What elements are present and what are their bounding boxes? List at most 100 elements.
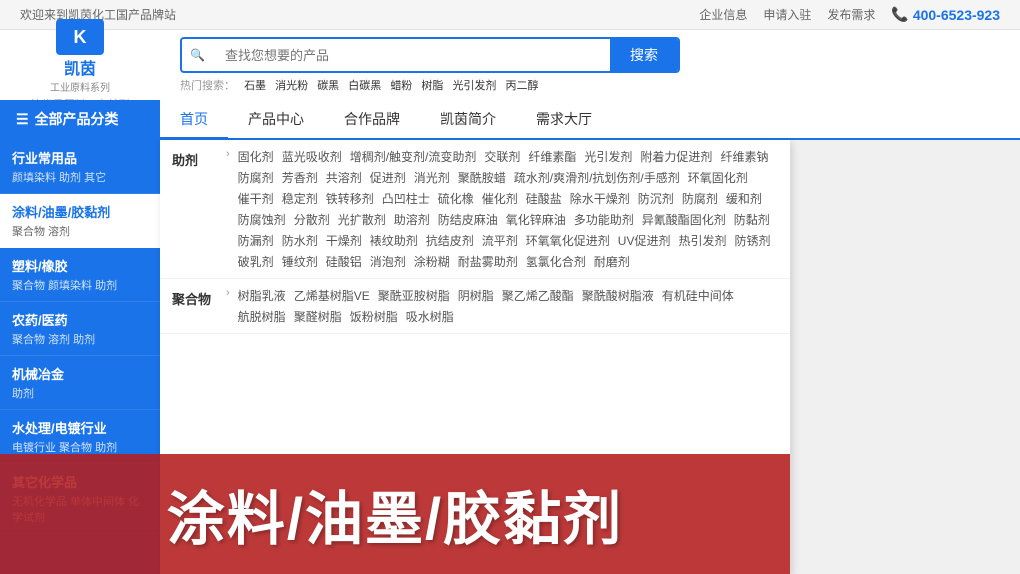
sidebar-item-3[interactable]: 农药/医药 聚合物 溶剂 助剂	[0, 302, 160, 356]
link-0-50[interactable]: 涂粉糊	[414, 253, 450, 270]
hot-item-3[interactable]: 白碳黑	[348, 80, 381, 92]
link-1-10[interactable]: 吸水树脂	[406, 308, 454, 325]
link-0-1[interactable]: 蓝光吸收剂	[282, 148, 342, 165]
link-1-2[interactable]: 聚酰亚胺树脂	[378, 287, 450, 304]
link-1-0[interactable]: 树脂乳液	[238, 287, 286, 304]
hot-item-5[interactable]: 树脂	[421, 80, 443, 92]
section-title-0: 助剂	[172, 148, 222, 270]
link-0-14[interactable]: 疏水剂/爽滑剂/抗划伤剂/手感剂	[514, 169, 680, 186]
link-0-28[interactable]: 分散剂	[294, 211, 330, 228]
link-0-36[interactable]: 防漏剂	[238, 232, 274, 249]
link-1-3[interactable]: 阴树脂	[458, 287, 494, 304]
sidebar-item-4[interactable]: 机械冶金 助剂	[0, 356, 160, 410]
link-0-0[interactable]: 固化剂	[238, 148, 274, 165]
nav-item-home[interactable]: 首页	[160, 101, 228, 139]
link-0-46[interactable]: 破乳剂	[238, 253, 274, 270]
hot-item-7[interactable]: 丙二醇	[506, 80, 539, 92]
overlay-banner: 涂料/油墨/胶黏剂	[0, 454, 790, 574]
link-0-3[interactable]: 交联剂	[484, 148, 520, 165]
link-company-info[interactable]: 企业信息	[699, 6, 747, 23]
nav-item-about[interactable]: 凯茵简介	[420, 101, 516, 139]
link-0-43[interactable]: UV促进剂	[618, 232, 671, 249]
link-0-22[interactable]: 硅酸盐	[526, 190, 562, 207]
link-0-44[interactable]: 热引发剂	[678, 232, 726, 249]
link-0-49[interactable]: 消泡剂	[370, 253, 406, 270]
link-0-32[interactable]: 氧化锌麻油	[506, 211, 566, 228]
link-1-6[interactable]: 有机硅中间体	[662, 287, 734, 304]
link-0-26[interactable]: 缓和剂	[726, 190, 762, 207]
link-0-47[interactable]: 锤纹剂	[282, 253, 318, 270]
link-0-37[interactable]: 防水剂	[282, 232, 318, 249]
link-0-29[interactable]: 光扩散剂	[338, 211, 386, 228]
nav-item-products[interactable]: 产品中心	[228, 101, 324, 139]
hot-item-4[interactable]: 蜡粉	[390, 80, 412, 92]
logo-name: 凯茵	[50, 55, 110, 79]
link-0-33[interactable]: 多功能助剂	[574, 211, 634, 228]
nav-item-demand[interactable]: 需求大厅	[516, 101, 612, 139]
link-0-35[interactable]: 防黏剂	[734, 211, 770, 228]
dropdown-section-1: 聚合物 › 树脂乳液 乙烯基树脂VE 聚酰亚胺树脂 阴树脂 聚乙烯乙酸酯 聚酰酸…	[160, 279, 790, 334]
sidebar-item-0[interactable]: 行业常用品 颜填染料 助剂 其它	[0, 140, 160, 194]
hot-item-6[interactable]: 光引发剂	[452, 80, 496, 92]
link-0-48[interactable]: 硅酸铝	[326, 253, 362, 270]
link-1-9[interactable]: 饭粉树脂	[350, 308, 398, 325]
link-0-6[interactable]: 附着力促进剂	[640, 148, 712, 165]
link-0-42[interactable]: 环氧氧化促进剂	[526, 232, 610, 249]
link-0-8[interactable]: 防腐剂	[238, 169, 274, 186]
hot-item-1[interactable]: 消光粉	[275, 80, 308, 92]
link-0-4[interactable]: 纤维素酯	[528, 148, 576, 165]
link-0-19[interactable]: 凸凹柱士	[382, 190, 430, 207]
search-icon: 🔍	[182, 39, 213, 71]
category-button[interactable]: ☰ 全部产品分类	[0, 100, 160, 138]
link-0-16[interactable]: 催干剂	[238, 190, 274, 207]
sidebar-item-1[interactable]: 涂料/油墨/胶黏剂 聚合物 溶剂	[0, 194, 160, 248]
link-0-39[interactable]: 裱纹助剂	[370, 232, 418, 249]
link-join[interactable]: 申请入驻	[763, 6, 811, 23]
link-0-52[interactable]: 氢氯化合剂	[526, 253, 586, 270]
hot-item-2[interactable]: 碳黑	[317, 80, 339, 92]
link-0-17[interactable]: 稳定剂	[282, 190, 318, 207]
link-0-38[interactable]: 干燥剂	[326, 232, 362, 249]
link-1-7[interactable]: 航脱树脂	[238, 308, 286, 325]
link-0-45[interactable]: 防锈剂	[734, 232, 770, 249]
link-1-5[interactable]: 聚酰酸树脂液	[582, 287, 654, 304]
link-0-5[interactable]: 光引发剂	[584, 148, 632, 165]
link-0-53[interactable]: 耐磨剂	[594, 253, 630, 270]
link-1-4[interactable]: 聚乙烯乙酸酯	[502, 287, 574, 304]
link-0-2[interactable]: 增稠剂/触变剂/流变助剂	[350, 148, 477, 165]
link-0-13[interactable]: 聚酰胺蜡	[458, 169, 506, 186]
search-button[interactable]: 搜索	[610, 39, 678, 71]
section-arrow-0: ›	[226, 148, 230, 270]
section-links-0: 固化剂 蓝光吸收剂 增稠剂/触变剂/流变助剂 交联剂 纤维素酯 光引发剂 附着力…	[238, 148, 778, 270]
link-0-31[interactable]: 防结皮麻油	[438, 211, 498, 228]
link-demand[interactable]: 发布需求	[827, 6, 875, 23]
hot-search: 热门搜索： 石墨 消光粉 碳黑 白碳黑 蜡粉 树脂 光引发剂 丙二醇	[180, 77, 680, 93]
link-0-9[interactable]: 芳香剂	[282, 169, 318, 186]
link-0-25[interactable]: 防腐剂	[682, 190, 718, 207]
link-0-40[interactable]: 抗结皮剂	[426, 232, 474, 249]
link-0-11[interactable]: 促进剂	[370, 169, 406, 186]
nav-item-brands[interactable]: 合作品牌	[324, 101, 420, 139]
link-0-15[interactable]: 环氧固化剂	[688, 169, 748, 186]
link-0-12[interactable]: 消光剂	[414, 169, 450, 186]
link-0-30[interactable]: 助溶剂	[394, 211, 430, 228]
link-0-10[interactable]: 共溶剂	[326, 169, 362, 186]
link-0-21[interactable]: 催化剂	[482, 190, 518, 207]
sidebar-item-2[interactable]: 塑料/橡胶 聚合物 颜填染料 助剂	[0, 248, 160, 302]
link-0-24[interactable]: 防沉剂	[638, 190, 674, 207]
logo-icon: K	[56, 19, 104, 55]
hot-item-0[interactable]: 石墨	[244, 80, 266, 92]
link-0-34[interactable]: 异氰酸酯固化剂	[642, 211, 726, 228]
link-0-7[interactable]: 纤维素钠	[720, 148, 768, 165]
link-0-20[interactable]: 硫化橡	[438, 190, 474, 207]
search-box: 🔍 搜索	[180, 37, 680, 73]
link-1-8[interactable]: 聚醛树脂	[294, 308, 342, 325]
link-0-23[interactable]: 除水干燥剂	[570, 190, 630, 207]
link-0-27[interactable]: 防腐蚀剂	[238, 211, 286, 228]
link-0-18[interactable]: 铁转移剂	[326, 190, 374, 207]
search-input[interactable]	[213, 39, 610, 71]
link-0-41[interactable]: 流平剂	[482, 232, 518, 249]
link-0-51[interactable]: 耐盐雾助剂	[458, 253, 518, 270]
link-1-1[interactable]: 乙烯基树脂VE	[294, 287, 370, 304]
top-bar: 欢迎来到凯茵化工国产品牌站 企业信息 申请入驻 发布需求 📞 400-6523-…	[0, 0, 1020, 30]
